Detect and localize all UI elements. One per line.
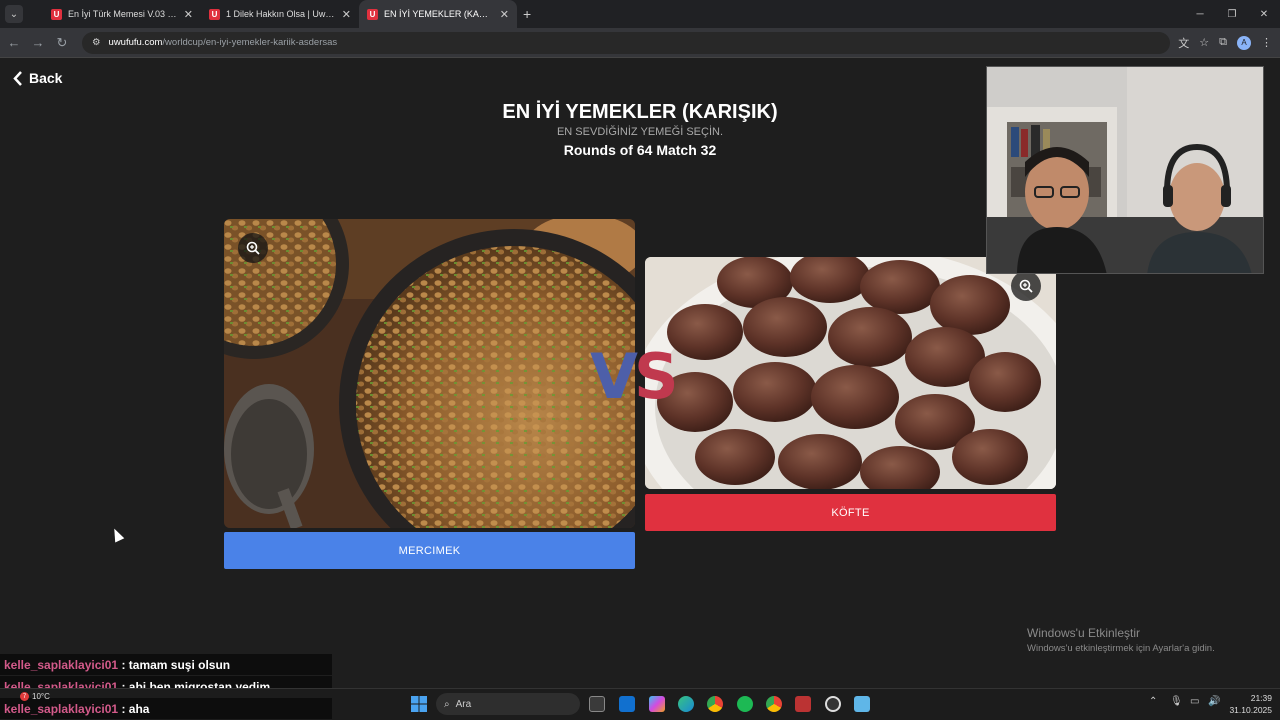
bookmark-star-icon[interactable]: ☆ [1199,36,1209,49]
browser-tab[interactable]: U 1 Dilek Hakkın Olsa | UwUFUFU ✕ [201,0,359,28]
windows-start-icon[interactable] [411,696,427,712]
forward-nav-icon[interactable]: → [26,35,50,50]
chat-username: kelle_saplaklayici01 [4,657,119,672]
back-label: Back [29,70,63,86]
tab-search-button[interactable]: ⌄ [5,5,23,23]
tab-title: 1 Dilek Hakkın Olsa | UwUFUFU [226,9,336,19]
choice-label: MERCIMEK [398,544,461,557]
clock-time: 21:39 [1250,693,1272,703]
tab-title: EN İYİ YEMEKLER (KARIŞIK) | UwUFUFU [384,9,494,19]
clock-date: 31.10.2025 [1229,705,1272,715]
photos-icon[interactable] [854,696,870,712]
url-path: /worldcup/en-iyi-yemekler-kariik-asdersa… [162,37,338,48]
chat-message: kelle_saplaklayici01 : tamam suşi olsun [0,654,332,675]
right-choice-image[interactable] [645,257,1056,489]
uwufufu-favicon: U [51,8,62,20]
vs-letter-v: V [590,340,638,413]
browser-tab-active[interactable]: U EN İYİ YEMEKLER (KARIŞIK) | UwUFUFU ✕ [359,0,517,28]
zoom-in-button[interactable] [238,233,268,263]
taskbar-search[interactable]: ⌕ Ara [436,693,580,715]
chevron-left-icon [13,70,22,86]
minimize-icon[interactable]: ─ [1184,0,1216,28]
browser-tab[interactable]: U En İyi Türk Memesi V.03 | UwUFUFU ✕ [43,0,201,28]
obs-icon[interactable] [825,696,841,712]
zoom-in-icon [246,241,260,255]
network-icon[interactable]: ▭ [1190,696,1199,707]
address-bar-row: ← → ↻ ⚙ uwufufu.com /worldcup/en-iyi-yem… [0,28,1280,57]
close-tab-icon[interactable]: ✕ [342,8,351,21]
restore-icon[interactable]: ❐ [1216,0,1248,28]
kofte-photo [645,257,1056,489]
edge-icon[interactable] [678,696,694,712]
chrome-icon[interactable] [707,696,723,712]
search-icon: ⌕ [444,698,450,710]
tab-bar: ⌄ U En İyi Türk Memesi V.03 | UwUFUFU ✕ … [0,0,1280,28]
more-menu-icon[interactable]: ⋮ [1261,36,1272,49]
copilot-icon[interactable] [649,696,665,712]
weather-temp: 10°C [32,692,50,701]
chat-username: kelle_saplaklayici01 [4,701,119,716]
profile-avatar[interactable]: A [1237,35,1251,50]
system-clock[interactable]: 21:39 31.10.2025 [1229,692,1272,716]
tray-overflow-icon[interactable]: ⌃ [1149,696,1157,707]
spotify-icon[interactable] [737,696,753,712]
new-tab-button[interactable]: + [523,6,531,22]
uwufufu-favicon: U [209,8,220,20]
vs-letter-s: S [633,340,679,413]
outlook-icon[interactable] [619,696,635,712]
mercimek-choice-button[interactable]: MERCIMEK [224,532,635,569]
search-placeholder: Ara [455,698,472,710]
weather-badge: 7 [20,692,29,701]
vs-badge: VS [590,340,679,413]
choice-label: KÖFTE [831,506,870,519]
zoom-in-icon [1019,279,1033,293]
webcam-feed-image [987,67,1263,273]
kofte-choice-button[interactable]: KÖFTE [645,494,1056,531]
url-host: uwufufu.com [108,37,163,48]
weather-widget[interactable]: 7 10°C [20,692,50,701]
task-view-icon[interactable] [589,696,605,712]
uwufufu-favicon: U [367,8,378,20]
microphone-icon[interactable]: 🎙 [1170,696,1183,707]
chat-text: : aha [121,701,150,716]
site-info-icon[interactable]: ⚙ [92,37,101,48]
back-nav-icon[interactable]: ← [2,35,26,50]
toolbar-divider [0,57,1280,58]
close-tab-icon[interactable]: ✕ [184,8,193,21]
lentil-stew-photo [224,219,635,528]
volume-icon[interactable]: 🔊 [1208,696,1220,707]
chat-message: kelle_saplaklayici01 : aha [0,698,332,719]
mouse-cursor [109,526,125,543]
activation-watermark-title: Windows'u Etkinleştir [1027,626,1140,640]
chrome-active-icon[interactable] [766,696,782,712]
back-link[interactable]: Back [13,70,62,86]
webcam-overlay [986,66,1264,274]
tab-title: En İyi Türk Memesi V.03 | UwUFUFU [68,9,178,19]
window-controls: ─ ❐ ✕ [1184,0,1280,28]
extensions-icon[interactable]: ⧉ [1219,36,1227,49]
zoom-in-button[interactable] [1011,271,1041,301]
close-tab-icon[interactable]: ✕ [500,8,509,21]
activation-watermark-text: Windows'u etkinleştirmek için Ayarlar'a … [1027,643,1215,654]
close-window-icon[interactable]: ✕ [1248,0,1280,28]
url-field[interactable]: ⚙ uwufufu.com /worldcup/en-iyi-yemekler-… [82,31,1170,54]
translate-icon[interactable]: 文 [1178,35,1189,51]
reload-icon[interactable]: ↻ [50,35,74,51]
left-choice-image[interactable] [224,219,635,528]
chat-text: : tamam suşi olsun [121,657,231,672]
obs-recorder-icon[interactable] [795,696,811,712]
